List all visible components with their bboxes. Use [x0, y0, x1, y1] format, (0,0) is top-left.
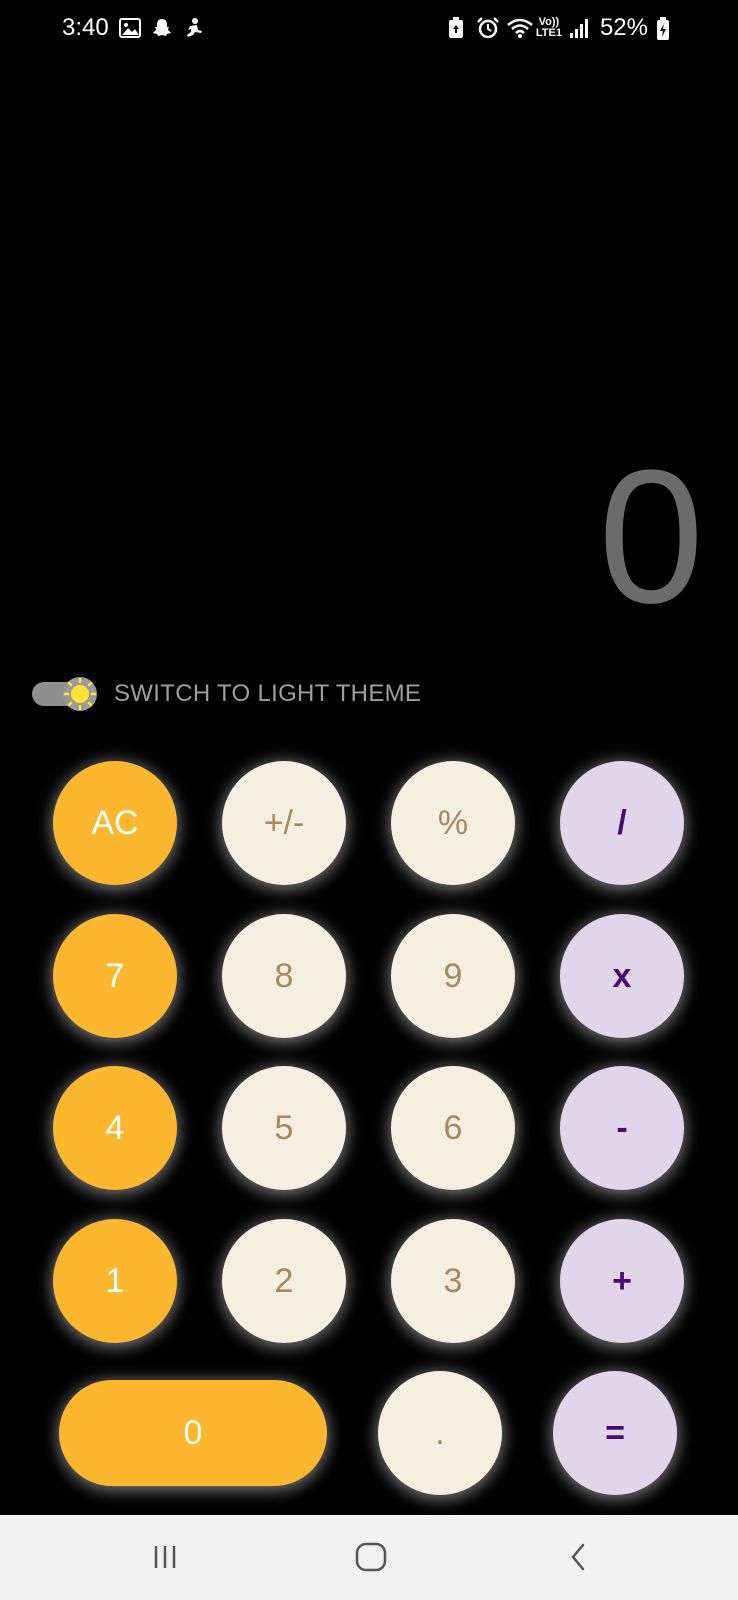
home-icon[interactable] [351, 1539, 391, 1575]
digit-7-button[interactable]: 7 [53, 914, 177, 1038]
digit-8-button[interactable]: 8 [222, 914, 346, 1038]
digit-1-button[interactable]: 1 [53, 1219, 177, 1343]
result-display: 0 [598, 431, 704, 643]
digit-0-button[interactable]: 0 [59, 1380, 327, 1486]
battery-percent: 52% [599, 14, 648, 41]
theme-switch-row[interactable]: SWITCH TO LIGHT THEME [32, 677, 422, 711]
multiply-button[interactable]: x [560, 914, 684, 1038]
sign-toggle-button[interactable]: +/- [222, 761, 346, 885]
battery-saver-icon [446, 17, 468, 39]
divide-button[interactable]: / [560, 761, 684, 885]
digit-5-button[interactable]: 5 [222, 1066, 346, 1190]
snapchat-icon [151, 17, 173, 39]
theme-switch-label: SWITCH TO LIGHT THEME [114, 680, 422, 707]
status-bar: 3:40 Vo)) LTE1 52% [0, 0, 738, 58]
digit-6-button[interactable]: 6 [391, 1066, 515, 1190]
digit-2-button[interactable]: 2 [222, 1219, 346, 1343]
recents-icon[interactable] [145, 1539, 185, 1575]
gallery-icon [118, 17, 141, 39]
sun-icon [62, 676, 98, 712]
subtract-button[interactable]: - [560, 1066, 684, 1190]
digit-3-button[interactable]: 3 [391, 1219, 515, 1343]
clear-button[interactable]: AC [53, 761, 177, 885]
theme-toggle[interactable] [32, 677, 97, 711]
percent-button[interactable]: % [391, 761, 515, 885]
fitness-icon [183, 17, 205, 39]
digit-4-button[interactable]: 4 [53, 1066, 177, 1190]
signal-icon [569, 17, 592, 39]
wifi-icon [506, 17, 533, 39]
lte-label: LTE1 [535, 27, 562, 39]
status-left: 3:40 [62, 14, 205, 42]
alarm-icon [476, 17, 499, 39]
equals-button[interactable]: = [553, 1371, 677, 1495]
decimal-button[interactable]: . [378, 1371, 502, 1495]
volte-lte-icon: Vo)) LTE1 [536, 17, 562, 39]
navigation-bar [0, 1515, 738, 1600]
back-icon[interactable] [558, 1539, 598, 1575]
add-button[interactable]: + [560, 1219, 684, 1343]
status-time: 3:40 [62, 14, 109, 41]
battery-icon [656, 17, 678, 40]
status-right: Vo)) LTE1 52% [446, 14, 678, 42]
digit-9-button[interactable]: 9 [391, 914, 515, 1038]
